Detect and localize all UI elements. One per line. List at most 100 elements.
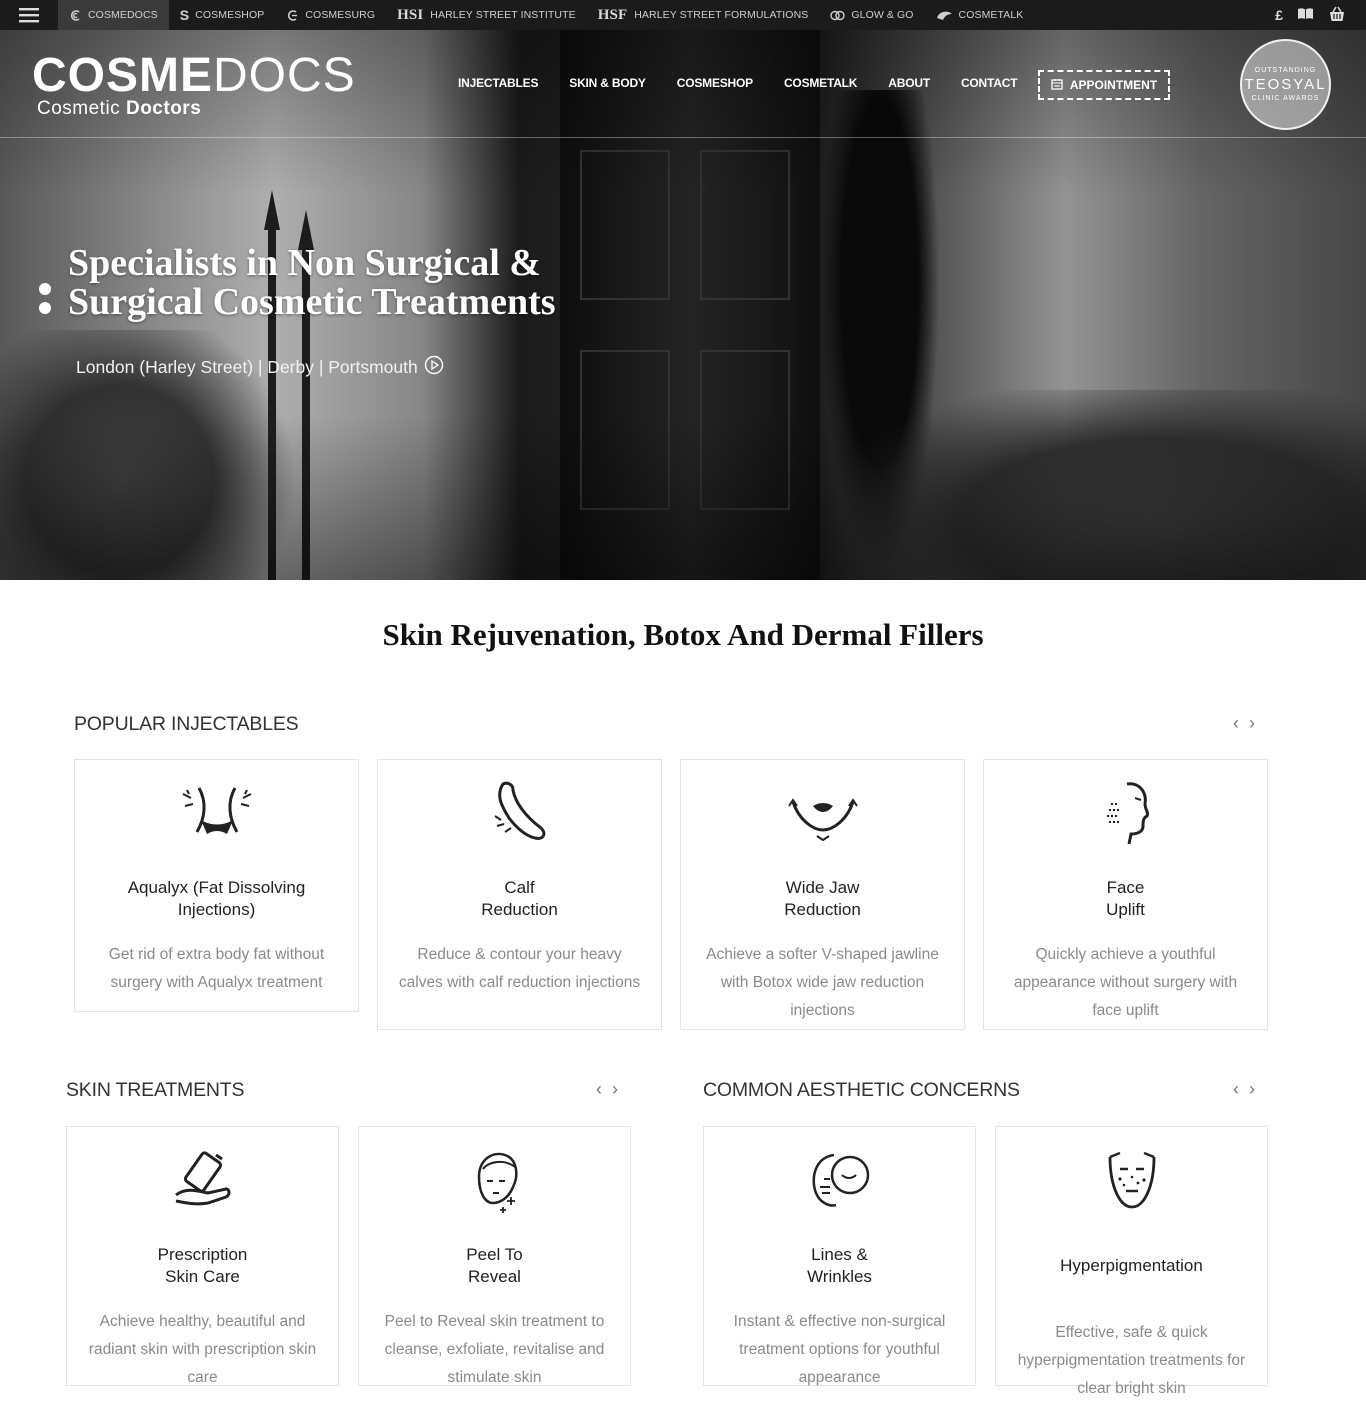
- nav-injectables[interactable]: INJECTABLES: [458, 76, 538, 90]
- chevron-right-icon[interactable]: ›: [612, 1079, 618, 1100]
- chevron-left-icon[interactable]: ‹: [1233, 1079, 1239, 1100]
- glow-go-logo-icon: [830, 9, 846, 22]
- brand-link-cosmeshop[interactable]: S COSMESHOP: [169, 0, 276, 30]
- cosmeshop-logo-icon: S: [179, 7, 190, 23]
- skin-treatments-heading: SKIN TREATMENTS: [66, 1079, 245, 1101]
- brand-link-cosmesurg[interactable]: COSMESURG: [275, 0, 386, 30]
- chevron-left-icon[interactable]: ‹: [596, 1079, 602, 1100]
- skin-carousel-arrows: ‹ ›: [596, 1079, 618, 1100]
- main-nav: INJECTABLES SKIN & BODY COSMESHOP COSMET…: [458, 76, 1048, 90]
- hsi-mark: HSI: [397, 6, 424, 23]
- basket-icon[interactable]: [1328, 6, 1346, 25]
- card-description: Effective, safe & quick hyperpigmentatio…: [1017, 1324, 1246, 1397]
- logo-sub-a: Cosmetic: [37, 98, 126, 119]
- card-description: Achieve a softer V-shaped jawline with B…: [706, 946, 939, 1019]
- concern-card-hyperpigmentation[interactable]: Hyperpigmentation Effective, safe & quic…: [995, 1126, 1268, 1397]
- locations-text: London (Harley Street) | Derby | Portsmo…: [76, 357, 418, 377]
- brand-link-cosmetalk[interactable]: COSMETALK: [925, 0, 1035, 30]
- brand-link-label: HARLEY STREET INSTITUTE: [430, 9, 576, 21]
- play-video-icon[interactable]: [424, 355, 444, 380]
- treatment-card-face-uplift[interactable]: Face Uplift Quickly achieve a youthful a…: [983, 759, 1268, 1030]
- slider-dot[interactable]: [39, 283, 51, 295]
- card-title-line: Hyperpigmentation: [1060, 1256, 1203, 1275]
- hsf-mark: HSF: [597, 6, 628, 23]
- card-title-line: Injections): [177, 900, 256, 919]
- appointment-button[interactable]: APPOINTMENT: [1038, 70, 1170, 100]
- nav-contact[interactable]: CONTACT: [961, 76, 1018, 90]
- concern-card-lines-wrinkles[interactable]: Lines & Wrinkles Instant & effective non…: [703, 1126, 976, 1386]
- card-title-line: Wrinkles: [807, 1267, 872, 1286]
- card-description: Reduce & contour your heavy calves with …: [398, 946, 641, 991]
- currency-switch[interactable]: £: [1275, 7, 1283, 23]
- card-title: Prescription Skin Care: [67, 1244, 338, 1288]
- card-title: Wide Jaw Reduction: [681, 877, 964, 921]
- page-section-title: Skin Rejuvenation, Botox And Dermal Fill…: [382, 617, 984, 652]
- appointment-label: APPOINTMENT: [1069, 78, 1158, 92]
- card-title-line: Prescription: [157, 1245, 248, 1264]
- common-concerns-heading: COMMON AESTHETIC CONCERNS: [703, 1079, 1020, 1101]
- book-icon[interactable]: [1297, 7, 1314, 23]
- card-title: Calf Reduction: [378, 877, 661, 921]
- card-title-line: Skin Care: [165, 1267, 240, 1286]
- logo-light: DOCS: [213, 49, 356, 102]
- brand-link-glow-go[interactable]: GLOW & GO: [819, 0, 924, 30]
- cosmesurg-logo-icon: [286, 9, 299, 22]
- top-utility: £: [1275, 0, 1346, 30]
- brand-link-hsi[interactable]: HSI HARLEY STREET INSTITUTE: [386, 0, 587, 30]
- face-profile-icon: [984, 780, 1267, 850]
- peel-face-icon: [359, 1147, 630, 1217]
- card-title-line: Calf: [504, 878, 535, 897]
- brand-link-label: COSMEDOCS: [88, 9, 158, 21]
- treatment-card-calf[interactable]: Calf Reduction Reduce & contour your hea…: [377, 759, 662, 1030]
- concerns-carousel-arrows: ‹ ›: [1233, 1079, 1255, 1100]
- award-bottom-text: CLINIC AWARDS: [1251, 95, 1320, 102]
- chevron-left-icon[interactable]: ‹: [1233, 713, 1239, 734]
- treatment-card-aqualyx[interactable]: Aqualyx (Fat Dissolving Injections) Get …: [74, 759, 359, 1012]
- cosmedocs-logo-icon: [69, 9, 82, 22]
- card-description: Get rid of extra body fat without surger…: [108, 946, 325, 991]
- chevron-right-icon[interactable]: ›: [1249, 1079, 1255, 1100]
- card-description: Peel to Reveal skin treatment to cleanse…: [384, 1313, 605, 1386]
- brand-link-label: COSMESURG: [305, 9, 376, 21]
- card-title-line: Aqualyx (Fat Dissolving: [127, 878, 306, 897]
- calf-icon: [378, 780, 661, 850]
- nav-skin-body[interactable]: SKIN & BODY: [569, 76, 646, 90]
- award-mid-text: TEOSYAL: [1244, 76, 1327, 93]
- brand-link-label: COSMETALK: [958, 9, 1024, 21]
- hero-title-line: Surgical Cosmetic Treatments: [68, 281, 556, 323]
- menu-icon[interactable]: [0, 0, 58, 30]
- teosyal-award-badge: OUTSTANDING TEOSYAL CLINIC AWARDS: [1240, 39, 1331, 130]
- brand-bar: COSMEDOCS S COSMESHOP COSMESURG HSI HARL…: [0, 0, 1366, 30]
- brand-link-label: HARLEY STREET FORMULATIONS: [634, 9, 809, 21]
- waist-icon: [75, 780, 358, 850]
- slider-dot[interactable]: [39, 302, 51, 314]
- chevron-right-icon[interactable]: ›: [1249, 713, 1255, 734]
- treatment-card-wide-jaw[interactable]: Wide Jaw Reduction Achieve a softer V-sh…: [680, 759, 965, 1030]
- treatment-card-prescription-skin-care[interactable]: Prescription Skin Care Achieve healthy, …: [66, 1126, 339, 1386]
- treatment-card-peel-to-reveal[interactable]: Peel To Reveal Peel to Reveal skin treat…: [358, 1126, 631, 1386]
- brand-link-cosmedocs[interactable]: COSMEDOCS: [58, 0, 169, 30]
- nav-about[interactable]: ABOUT: [888, 76, 930, 90]
- logo-bold: COSME: [32, 49, 214, 102]
- award-top-text: OUTSTANDING: [1254, 67, 1317, 74]
- jaw-icon: [681, 780, 964, 850]
- card-title: Aqualyx (Fat Dissolving Injections): [75, 877, 358, 921]
- brand-link-hsf[interactable]: HSF HARLEY STREET FORMULATIONS: [587, 0, 820, 30]
- popular-injectables-heading: POPULAR INJECTABLES: [74, 713, 299, 735]
- card-title: Peel To Reveal: [359, 1244, 630, 1288]
- nav-cosmetalk[interactable]: COSMETALK: [784, 76, 858, 90]
- hero-slider-dots: [39, 283, 51, 314]
- wrinkles-icon: [704, 1147, 975, 1217]
- brand-links: COSMEDOCS S COSMESHOP COSMESURG HSI HARL…: [58, 0, 1034, 30]
- nav-cosmeshop[interactable]: COSMESHOP: [677, 76, 753, 90]
- hero-locations: London (Harley Street) | Derby | Portsmo…: [76, 355, 444, 380]
- brand-link-label: COSMESHOP: [195, 9, 265, 21]
- hero-title-line: Specialists in Non Surgical &: [68, 242, 541, 284]
- card-title-line: Lines &: [811, 1245, 868, 1264]
- site-logo[interactable]: COSMEDOCS Cosmetic Doctors: [32, 52, 356, 120]
- skincare-icon: [67, 1147, 338, 1217]
- card-title-line: Wide Jaw: [785, 878, 860, 897]
- card-title-line: Peel To: [466, 1245, 523, 1264]
- popular-carousel-arrows: ‹ ›: [1233, 713, 1255, 734]
- card-description: Quickly achieve a youthful appearance wi…: [1013, 946, 1238, 1019]
